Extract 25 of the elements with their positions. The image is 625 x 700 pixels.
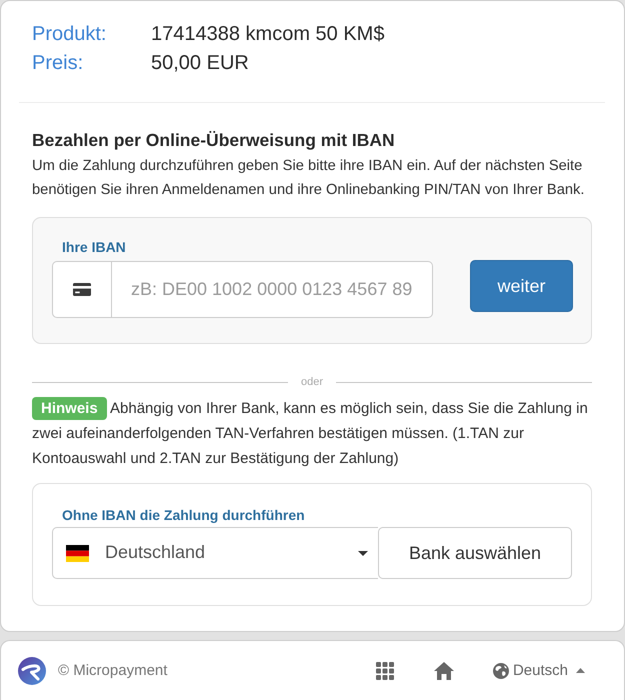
section-heading: Bezahlen per Online-Überweisung mit IBAN — [32, 129, 396, 151]
notice-text: Hinweis Abhängig von Ihrer Bank, kann es möglich sein, dass Sie die Zahlung in zwei aufeinanderfolgenden TAN-Verfahren bestätigen müssen. (1.TAN zur Kontoauswahl und 2.TAN zur Bestätigung der Zahlung) — [32, 396, 592, 471]
divider-label: oder — [300, 375, 324, 389]
detail-value: 17414388 kmcom 50 KM$ — [151, 22, 384, 47]
field-label: Ihre IBAN — [62, 238, 127, 257]
flag-icon — [66, 544, 89, 562]
home-icon[interactable] — [434, 662, 454, 680]
iban-input[interactable]: zB: DE00 1002 0000 0123 4567 89 — [111, 261, 433, 318]
detail-label: Produkt: — [32, 22, 108, 47]
card-icon — [73, 283, 91, 296]
detail-value: 50,00 EUR — [151, 51, 249, 76]
caret-icon — [576, 668, 585, 673]
globe-icon — [492, 662, 509, 678]
select-bank-button[interactable]: Bank auswählen — [378, 527, 572, 579]
grid-icon[interactable] — [376, 662, 394, 680]
country-select[interactable]: Deutschland — [52, 527, 378, 579]
logo-icon — [18, 656, 46, 684]
caret-icon — [358, 550, 368, 556]
description-text: Um die Zahlung durchzuführen geben Sie bitte ihre IBAN ein. Auf der nächsten Seite benötigen Sie ihren Anmeldenamen und ihre Onlinebanking PIN/TAN von Ihrer Bank. — [32, 157, 586, 200]
next-button[interactable]: weiter — [470, 260, 573, 312]
detail-label: Preis: — [32, 51, 84, 76]
language-select[interactable]: Deutsch — [492, 662, 585, 679]
notice-badge: Hinweis — [32, 397, 107, 420]
copyright-text: © Micropayment — [58, 662, 168, 679]
field-label: Ohne IBAN die Zahlung durchführen — [62, 506, 306, 525]
